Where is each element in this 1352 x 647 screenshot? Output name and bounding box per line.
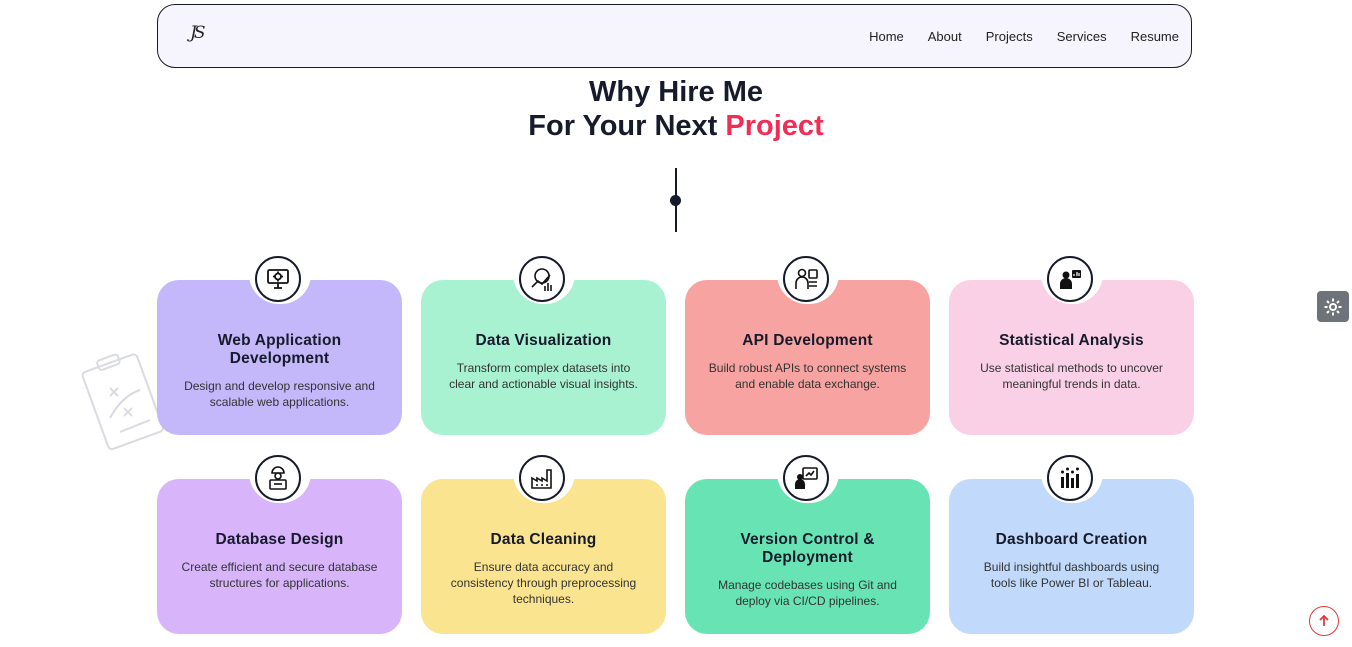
section-heading-line1: Why Hire Me: [0, 75, 1352, 109]
card-description: Design and develop responsive and scalab…: [184, 379, 375, 409]
card-title: Data Cleaning: [490, 531, 597, 548]
card-description: Build insightful dashboards using tools …: [983, 560, 1160, 590]
card-description: Use statistical methods to uncover meani…: [980, 361, 1163, 391]
database-engineer-icon: [255, 455, 301, 501]
card-title: Statistical Analysis: [999, 332, 1144, 349]
nav-link-home[interactable]: Home: [869, 29, 904, 44]
section-heading-line2: For Your Next Project: [0, 109, 1352, 143]
factory-icon: [519, 455, 565, 501]
heading-accent: Project: [725, 110, 824, 142]
developer-api-icon: [783, 256, 829, 302]
navbar: JS Home About Projects Services Resume: [157, 4, 1192, 68]
service-card[interactable]: Web Application Development Design and d…: [157, 256, 402, 435]
nav-links: Home About Projects Services Resume: [869, 29, 1179, 44]
analyst-presentation-icon: [1047, 256, 1093, 302]
nav-link-projects[interactable]: Projects: [986, 29, 1033, 44]
card-title: Version Control & Deployment: [740, 531, 875, 566]
service-card[interactable]: API Development Build robust APIs to con…: [685, 256, 930, 435]
nav-link-resume[interactable]: Resume: [1131, 29, 1179, 44]
monitor-gear-icon: [255, 256, 301, 302]
gear-icon: [1324, 298, 1342, 315]
service-card[interactable]: Data Cleaning Ensure data accuracy and c…: [421, 455, 666, 634]
divider-dot: [670, 195, 681, 206]
card-description: Transform complex datasets into clear an…: [449, 361, 638, 391]
card-description: Build robust APIs to connect systems and…: [708, 361, 907, 391]
card-title: Web Application Development: [217, 332, 342, 367]
nav-link-about[interactable]: About: [928, 29, 962, 44]
service-card[interactable]: Statistical Analysis Use statistical met…: [949, 256, 1194, 435]
service-card[interactable]: Database Design Create efficient and sec…: [157, 455, 402, 634]
card-title: Database Design: [215, 531, 344, 548]
card-title: Data Visualization: [475, 332, 612, 349]
settings-button[interactable]: [1317, 291, 1349, 322]
heading-text-1: Why Hire Me: [588, 76, 764, 108]
site-logo[interactable]: JS: [190, 23, 220, 51]
nav-link-services[interactable]: Services: [1057, 29, 1107, 44]
service-card[interactable]: Data Visualization Transform complex dat…: [421, 256, 666, 435]
service-card[interactable]: Version Control & Deployment Manage code…: [685, 455, 930, 634]
card-description: Manage codebases using Git and deploy vi…: [718, 578, 897, 608]
card-title: API Development: [742, 332, 873, 349]
card-title: Dashboard Creation: [995, 531, 1148, 548]
arrow-up-icon: [1319, 614, 1329, 626]
service-card[interactable]: Dashboard Creation Build insightful dash…: [949, 455, 1194, 634]
data-chart-icon: [519, 256, 565, 302]
card-description: Ensure data accuracy and consistency thr…: [450, 560, 637, 606]
scroll-to-top-button[interactable]: [1309, 606, 1339, 636]
card-description: Create efficient and secure database str…: [181, 560, 378, 590]
heading-text-2: For Your Next: [528, 110, 718, 142]
bar-chart-icon: [1047, 455, 1093, 501]
deployment-presenter-icon: [783, 455, 829, 501]
